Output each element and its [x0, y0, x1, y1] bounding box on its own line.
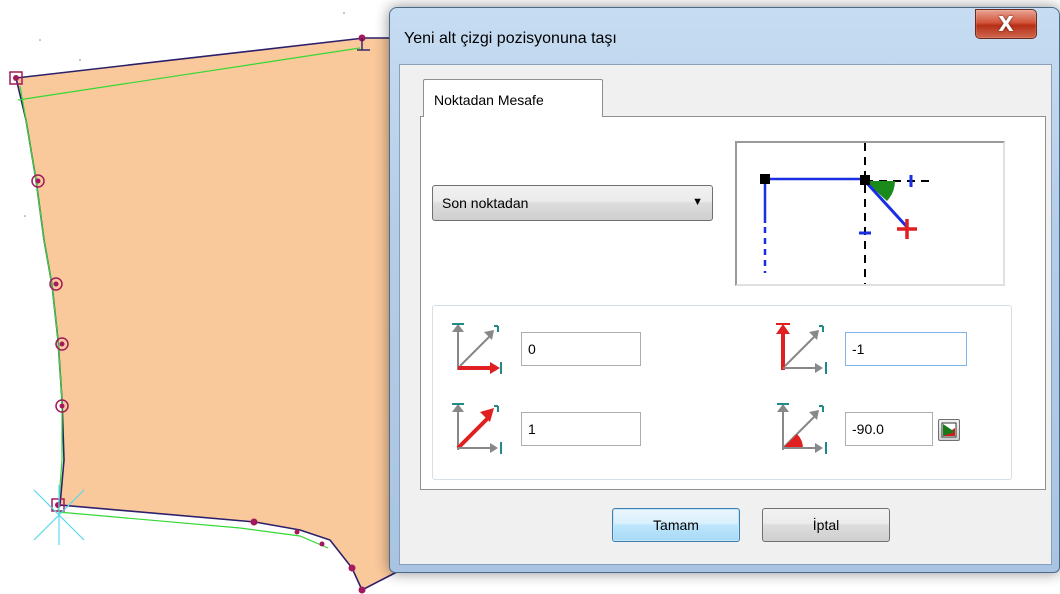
preview-illustration-icon: [760, 143, 933, 284]
move-dialog[interactable]: Yeni alt çizgi pozisyonuna taşı X Noktad…: [389, 7, 1060, 573]
reference-point-select[interactable]: Son noktadan ▼: [432, 185, 713, 221]
angle-pick-button[interactable]: [938, 419, 960, 441]
reference-point-value: Son noktadan: [442, 195, 529, 211]
ok-button[interactable]: Tamam: [612, 508, 740, 542]
length-icon: [452, 403, 502, 454]
dialog-client-area: Noktadan Mesafe Son noktadan ▼ 0 -1 1 -9…: [399, 64, 1052, 565]
close-button[interactable]: X: [975, 9, 1037, 39]
tab-noktadan-mesafe[interactable]: Noktadan Mesafe: [423, 79, 603, 117]
dx-input[interactable]: 0: [521, 332, 641, 366]
length-input[interactable]: 1: [521, 412, 641, 446]
dialog-titlebar[interactable]: Yeni alt çizgi pozisyonuna taşı X: [390, 8, 1059, 64]
pattern-piece-fill: [15, 37, 421, 592]
y-offset-icon: [776, 323, 827, 374]
cancel-button[interactable]: İptal: [762, 508, 890, 542]
angle-pick-icon: [941, 422, 957, 438]
close-icon: X: [998, 12, 1014, 36]
angle-input[interactable]: -90.0: [845, 412, 933, 446]
dropdown-arrow-icon: ▼: [692, 196, 703, 208]
dialog-title: Yeni alt çizgi pozisyonuna taşı: [404, 30, 617, 47]
angle-icon: [777, 403, 827, 454]
pattern-piece[interactable]: [15, 37, 421, 592]
x-offset-icon: [452, 323, 502, 374]
preview-diagram: [735, 141, 1005, 286]
dy-input[interactable]: -1: [845, 332, 967, 366]
offset-parameters-group: 0 -1 1 -90.0: [432, 305, 1012, 480]
tab-label: Noktadan Mesafe: [434, 92, 544, 108]
